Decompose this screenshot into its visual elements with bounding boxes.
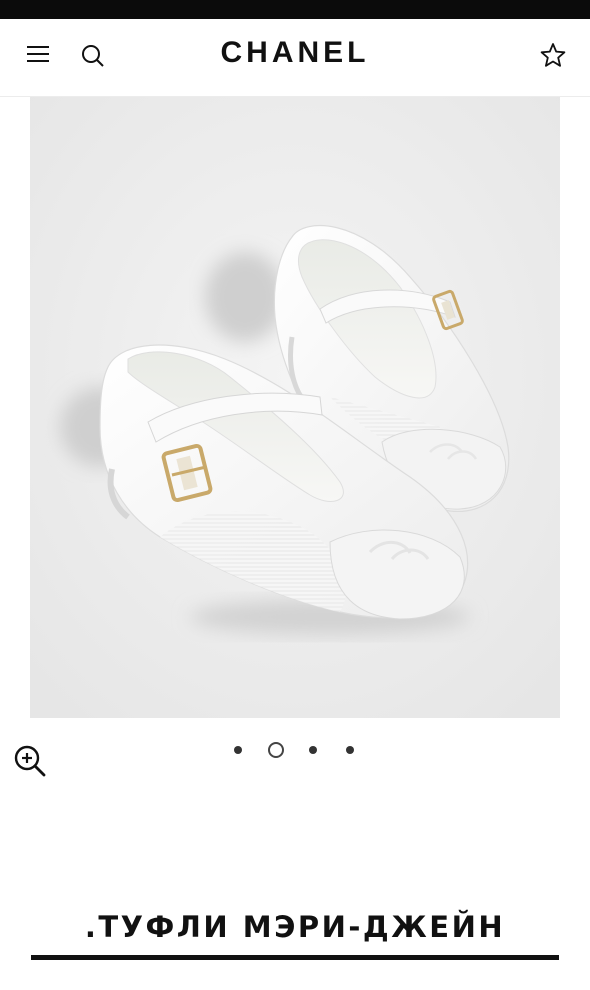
status-bar [0,0,590,19]
carousel-dot[interactable] [346,746,354,754]
carousel-pagination [0,741,590,759]
star-icon[interactable] [540,42,566,68]
product-title: .ТУФЛИ МЭРИ-ДЖЕЙН [84,910,506,944]
brand-logo[interactable]: CHANEL [0,36,590,70]
product-image[interactable] [30,97,560,718]
carousel-dot-active[interactable] [268,742,284,758]
carousel-dot[interactable] [234,746,242,754]
site-header: CHANEL [0,19,590,97]
carousel-dot[interactable] [309,746,317,754]
title-divider [31,955,559,960]
